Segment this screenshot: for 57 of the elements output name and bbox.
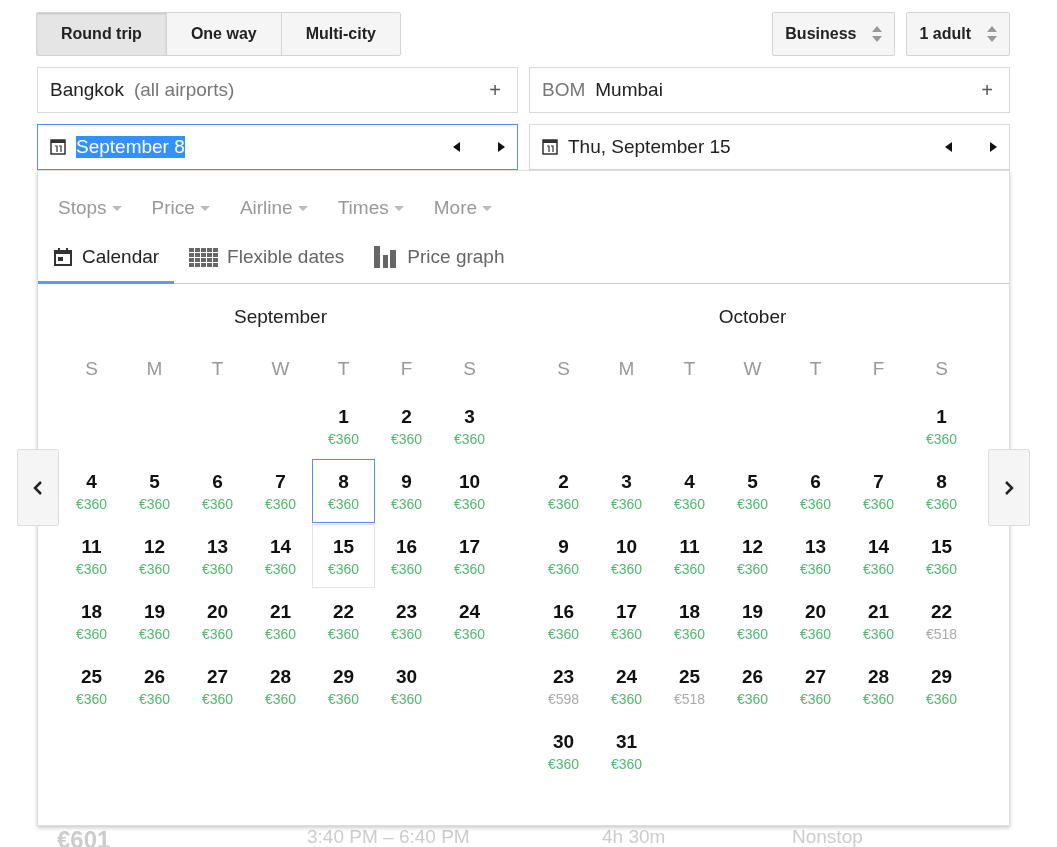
add-button[interactable]: +: [977, 78, 997, 102]
next-month-button[interactable]: [988, 449, 1030, 526]
caret-icon: [297, 205, 308, 211]
add-button[interactable]: +: [485, 78, 505, 102]
view-tab[interactable]: Price graph: [359, 234, 520, 284]
caret-icon: [393, 205, 404, 211]
weekday-label: F: [399, 357, 414, 381]
weekday-label: S: [462, 357, 477, 381]
month-title: September: [233, 306, 328, 329]
right-triangle-icon: [990, 142, 997, 152]
weekday-label: S: [934, 357, 949, 381]
month-title: October: [717, 306, 788, 329]
weekday-label: W: [742, 357, 763, 381]
trip-type-button[interactable]: Multi-city: [280, 12, 401, 56]
date-field[interactable]: Thu, September 15: [529, 124, 1010, 170]
chevron-right-icon: [1004, 479, 1014, 496]
view-tab[interactable]: Flexible dates: [174, 234, 360, 284]
calendar-icon: [542, 139, 558, 155]
left-triangle-icon: [453, 142, 460, 152]
weekday-label: T: [336, 357, 351, 381]
weekday-label: M: [145, 357, 164, 381]
trip-type-button[interactable]: Round trip: [36, 12, 167, 56]
cabin-select[interactable]: Business: [772, 12, 896, 56]
trip-type-button[interactable]: One way: [165, 12, 282, 56]
weekday-label: W: [270, 357, 291, 381]
weekday-label: T: [808, 357, 823, 381]
date-text: Thu, September 15: [568, 136, 731, 158]
calendar-icon: [53, 247, 73, 267]
right-triangle-icon: [498, 142, 505, 152]
caret-icon: [199, 205, 210, 211]
caret-icon: [482, 205, 493, 211]
grid-icon: [189, 247, 219, 267]
destination-field[interactable]: BOM Mumbai +: [529, 67, 1010, 113]
origin-field[interactable]: Bangkok (all airports) +: [37, 67, 518, 113]
left-triangle-icon: [945, 142, 952, 152]
view-tab[interactable]: Calendar: [38, 234, 175, 284]
weekday-label: F: [871, 357, 886, 381]
place-text: Mumbai: [595, 79, 663, 101]
up-down-icon: [987, 25, 997, 43]
weekday-label: T: [210, 357, 225, 381]
weekday-label: T: [682, 357, 697, 381]
date-text: September 8: [76, 136, 185, 158]
calendar-icon: [50, 139, 66, 155]
weekday-label: S: [84, 357, 99, 381]
bar-chart-icon: [374, 246, 399, 268]
weekday-label: M: [617, 357, 636, 381]
hint-text: BOM: [542, 79, 586, 101]
calendar-day[interactable]: 8 €360: [312, 459, 375, 523]
chevron-left-icon: [33, 479, 43, 496]
place-text: Bangkok: [50, 79, 124, 101]
up-down-icon: [872, 25, 883, 43]
calendar-day[interactable]: 15 €360: [312, 524, 375, 588]
hint-text: (all airports): [133, 79, 235, 101]
passengers-select[interactable]: 1 adult: [906, 12, 1010, 56]
weekday-label: S: [556, 357, 571, 381]
previous-month-button[interactable]: [17, 449, 59, 526]
caret-icon: [111, 205, 122, 211]
